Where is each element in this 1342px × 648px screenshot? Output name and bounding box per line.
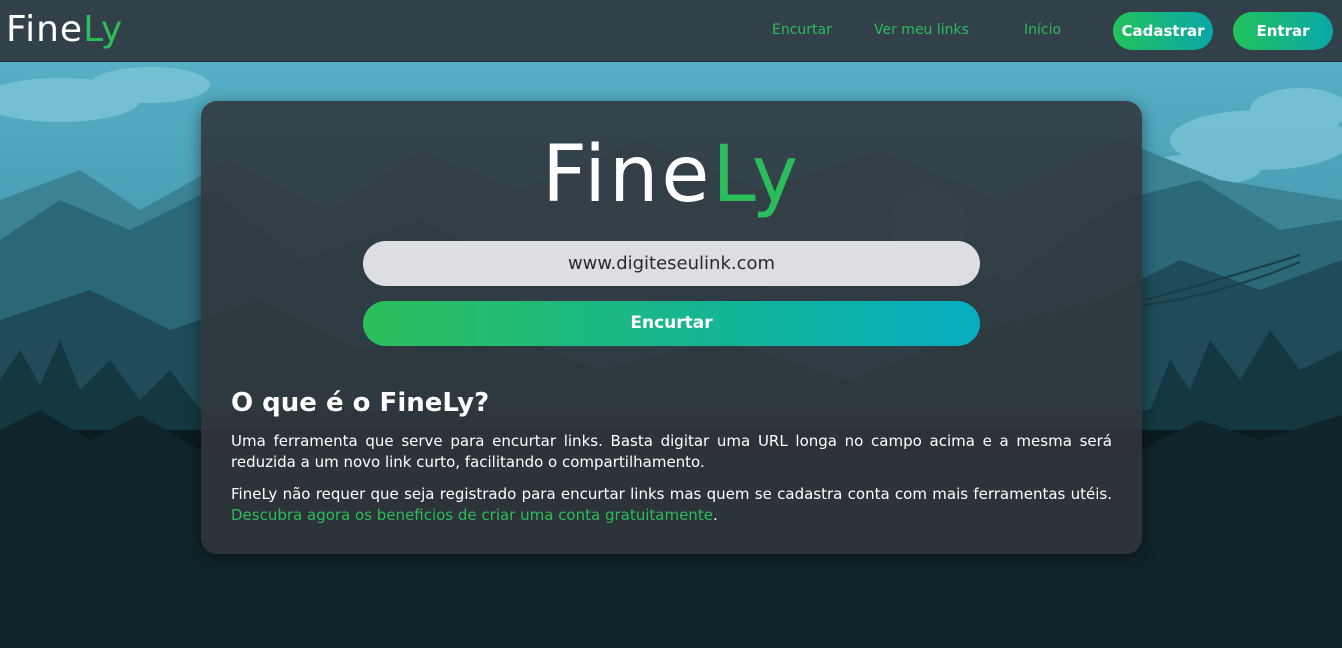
logo-big-accent: Ly <box>712 130 801 220</box>
logo-text-accent: Ly <box>83 9 124 50</box>
shorten-button[interactable]: Encurtar <box>363 301 980 346</box>
login-button[interactable]: Entrar <box>1233 12 1333 50</box>
card-logo: FineLy <box>201 125 1142 225</box>
register-button[interactable]: Cadastrar <box>1113 12 1213 50</box>
url-input[interactable] <box>363 241 980 286</box>
about-paragraph-2-end: . <box>712 506 718 524</box>
logo-text-main: Fine <box>6 9 84 50</box>
about-paragraph-2: FineLy não requer que seja registrado pa… <box>231 484 1112 526</box>
main-card: FineLy Encurtar O que é o FineLy? Uma fe… <box>201 101 1142 554</box>
nav-link-ver-meu-links[interactable]: Ver meu links <box>874 22 969 38</box>
navbar: FineLy Encurtar Ver meu links Início Cad… <box>0 0 1342 62</box>
nav-link-encurtar[interactable]: Encurtar <box>772 22 832 38</box>
logo-big-main: Fine <box>542 130 713 220</box>
header-logo[interactable]: FineLy <box>6 6 123 54</box>
about-paragraph-1: Uma ferramenta que serve para encurtar l… <box>231 432 1112 471</box>
nav-link-inicio[interactable]: Início <box>1024 22 1061 38</box>
about-title: O que é o FineLy? <box>231 388 490 418</box>
benefits-link[interactable]: Descubra agora os beneficios de criar um… <box>231 506 713 524</box>
about-paragraph-2-text: FineLy não requer que seja registrado pa… <box>231 485 1112 503</box>
